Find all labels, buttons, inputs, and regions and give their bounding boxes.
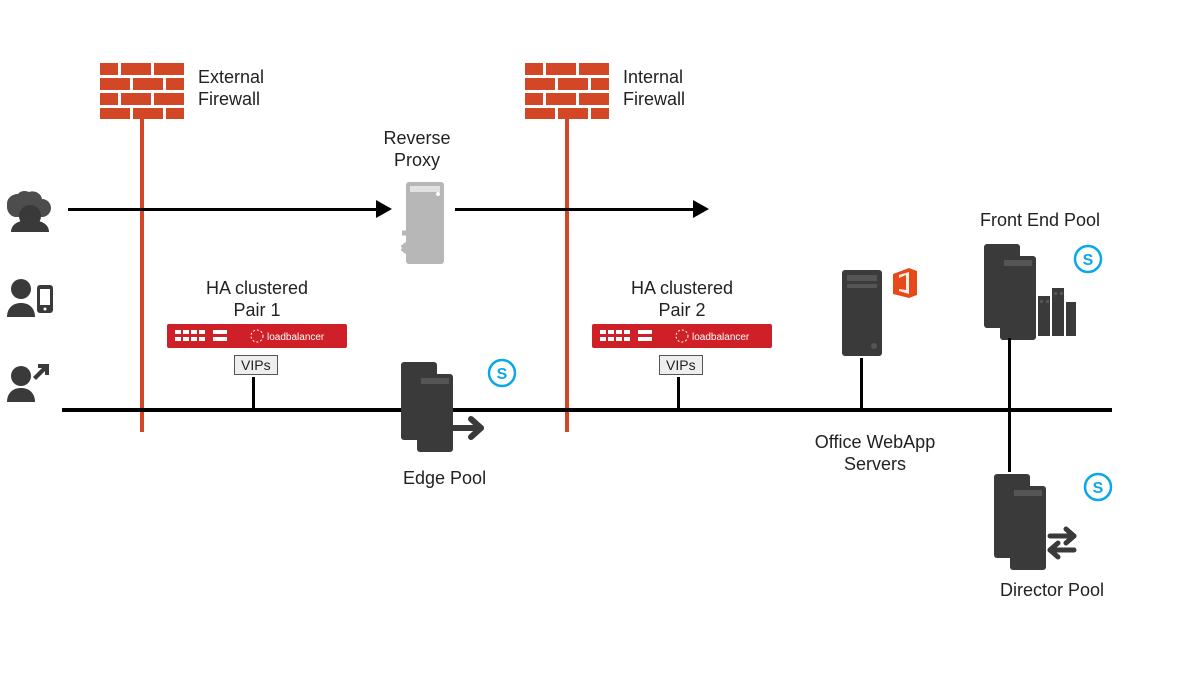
internal-firewall-icon	[525, 63, 609, 119]
ha-pair-1-label: HA clustered Pair 1	[197, 278, 317, 321]
vips-1-label: VIPs	[234, 355, 278, 375]
director-skype-icon: S	[1083, 472, 1113, 502]
office-drop	[860, 358, 863, 410]
edge-pool-label: Edge Pool	[403, 468, 486, 490]
director-drop	[1008, 410, 1011, 472]
arrow-1-head	[376, 200, 392, 218]
external-firewall-label: External Firewall	[198, 67, 288, 110]
reverse-proxy-icon	[398, 178, 458, 270]
edge-pool-skype-icon: S	[487, 358, 517, 388]
edge-pool-icon	[395, 358, 495, 458]
office-webapp-label: Office WebApp Servers	[800, 432, 950, 475]
office-webapp-icon	[838, 268, 886, 360]
loadbalancer-1-icon: loadbalancer	[167, 324, 347, 350]
ha2-drop	[677, 377, 680, 410]
arrow-2-head	[693, 200, 709, 218]
network-bus	[62, 408, 1112, 412]
arrow-2-line	[455, 208, 693, 211]
front-end-drop	[1008, 338, 1011, 410]
external-user-icon	[5, 360, 55, 404]
svg-text:S: S	[497, 366, 508, 383]
director-pool-label: Director Pool	[987, 580, 1117, 602]
external-firewall-icon	[100, 63, 184, 119]
office-logo-icon	[890, 266, 920, 300]
ha1-drop	[252, 377, 255, 410]
ha-pair-2-label: HA clustered Pair 2	[622, 278, 742, 321]
internal-firewall-line	[565, 119, 569, 432]
external-firewall-line	[140, 119, 144, 432]
director-pool-icon	[988, 470, 1088, 570]
front-end-pool-label: Front End Pool	[970, 210, 1110, 232]
arrow-1-line	[68, 208, 376, 211]
svg-text:S: S	[1093, 480, 1104, 497]
svg-text:S: S	[1083, 252, 1094, 269]
internal-firewall-label: Internal Firewall	[623, 67, 713, 110]
front-end-pool-icon	[978, 240, 1078, 340]
reverse-proxy-label: Reverse Proxy	[377, 128, 457, 171]
diagram-canvas: External Firewall Internal Firewall Reve…	[0, 0, 1200, 680]
svg-text:loadbalancer: loadbalancer	[267, 332, 325, 343]
front-end-skype-icon: S	[1073, 244, 1103, 274]
cloud-user-icon	[5, 190, 55, 234]
vips-2-label: VIPs	[659, 355, 703, 375]
mobile-user-icon	[5, 275, 55, 319]
loadbalancer-2-icon: loadbalancer	[592, 324, 772, 350]
svg-text:loadbalancer: loadbalancer	[692, 332, 750, 343]
